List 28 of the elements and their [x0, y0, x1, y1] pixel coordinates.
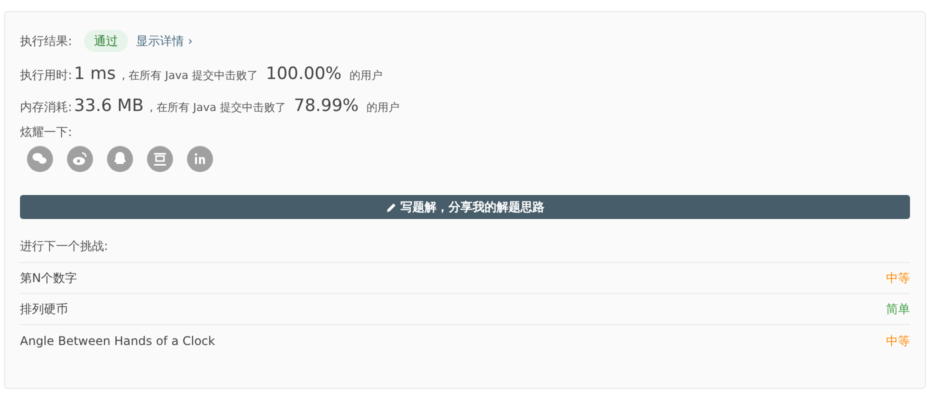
- result-label: 执行结果:: [20, 33, 72, 50]
- stat-label: 执行用时:: [20, 67, 72, 84]
- stat-value: 33.6 MB: [74, 95, 144, 118]
- wechat-share-icon[interactable]: [27, 146, 53, 172]
- difficulty-label: 中等: [886, 332, 910, 350]
- stat-text: 的用户: [366, 100, 400, 116]
- linkedin-share-icon[interactable]: [187, 146, 213, 172]
- stat-text: 的用户: [350, 68, 383, 84]
- weibo-share-icon[interactable]: [67, 146, 93, 172]
- details-link[interactable]: 显示详情 ›: [136, 32, 193, 50]
- douban-share-icon[interactable]: [147, 146, 173, 172]
- problem-link[interactable]: 排列硬币: [20, 300, 68, 318]
- stat-label: 内存消耗:: [20, 99, 72, 116]
- problem-link[interactable]: 第N个数字: [20, 269, 77, 287]
- next-challenge-label: 进行下一个挑战:: [20, 236, 910, 263]
- stat-text: , 在所有 Java 提交中击败了: [150, 100, 286, 116]
- difficulty-label: 中等: [886, 270, 910, 287]
- stat-value: 1 ms: [74, 63, 116, 86]
- pencil-icon: [386, 202, 396, 212]
- difficulty-label: 简单: [886, 301, 910, 318]
- problem-link[interactable]: Angle Between Hands of a Clock: [20, 332, 216, 350]
- qq-share-icon[interactable]: [107, 146, 133, 172]
- write-solution-button[interactable]: 写题解，分享我的解题思路: [20, 195, 910, 219]
- stat-text: , 在所有 Java 提交中击败了: [122, 68, 258, 84]
- stat-percent: 100.00%: [266, 63, 342, 86]
- share-label: 炫耀一下:: [20, 124, 74, 141]
- status-badge: 通过: [84, 30, 128, 52]
- stat-percent: 78.99%: [294, 95, 359, 118]
